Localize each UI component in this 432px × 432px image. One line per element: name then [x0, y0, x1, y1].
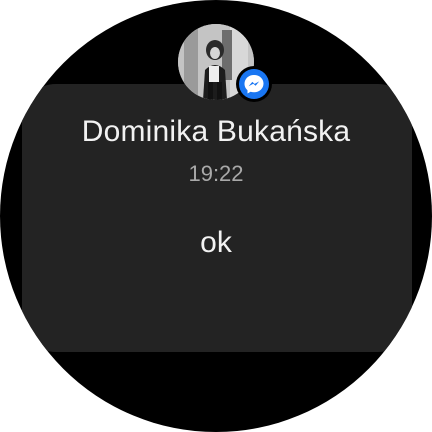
message-time: 19:22: [188, 161, 244, 186]
message-text: ok: [200, 226, 232, 259]
sender-name: Dominika Bukańska: [81, 115, 351, 148]
messenger-icon: [239, 69, 269, 99]
watch-screen: Dominika Bukańska 19:22 ok: [0, 0, 432, 432]
messenger-badge: [236, 66, 272, 102]
